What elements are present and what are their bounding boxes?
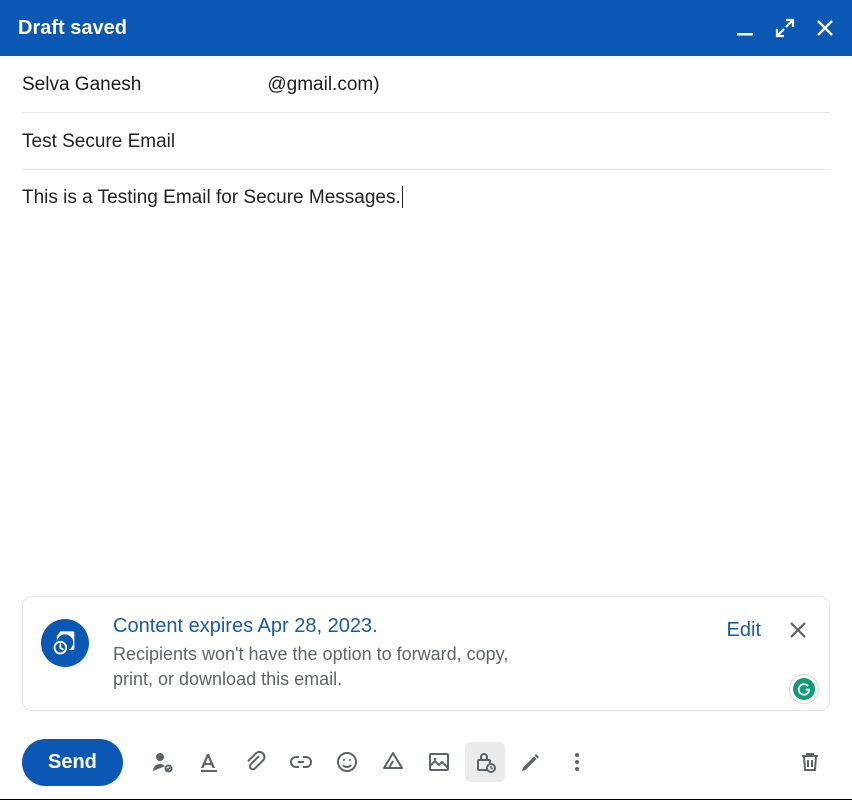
confidential-subtitle: Recipients won't have the option to forw…	[113, 642, 553, 692]
compose-fields: Selva Ganesh @gmail.com) Test Secure Ema…	[0, 56, 852, 170]
insert-photo-icon[interactable]	[419, 742, 459, 782]
titlebar-buttons	[734, 17, 836, 39]
signature-person-icon[interactable]	[143, 742, 183, 782]
window-title: Draft saved	[18, 17, 734, 40]
message-body[interactable]: This is a Testing Email for Secure Messa…	[0, 170, 852, 596]
discard-draft-trash-icon[interactable]	[790, 742, 830, 782]
insert-drive-icon[interactable]	[373, 742, 413, 782]
attach-file-icon[interactable]	[235, 742, 275, 782]
titlebar: Draft saved	[0, 0, 852, 56]
recipient-name: Selva Ganesh	[22, 74, 141, 96]
confidential-mode-lock-icon[interactable]	[465, 742, 505, 782]
confidential-actions: Edit	[727, 619, 809, 642]
confidential-mode-card: Content expires Apr 28, 2023. Recipients…	[22, 596, 830, 711]
expand-icon[interactable]	[774, 17, 796, 39]
confidential-clock-icon	[41, 619, 89, 667]
compose-window: Draft saved Selva Ganesh @gmail.com) Tes…	[0, 0, 852, 800]
insert-link-icon[interactable]	[281, 742, 321, 782]
insert-emoji-icon[interactable]	[327, 742, 367, 782]
body-text: This is a Testing Email for Secure Messa…	[22, 187, 401, 208]
text-format-icon[interactable]	[189, 742, 229, 782]
text-caret	[402, 186, 403, 208]
subject-text: Test Secure Email	[22, 131, 175, 153]
compose-toolbar: Send	[0, 725, 852, 799]
more-options-icon[interactable]	[557, 742, 597, 782]
confidential-text: Content expires Apr 28, 2023. Recipients…	[113, 615, 703, 692]
minimize-icon[interactable]	[734, 17, 756, 39]
edit-confidential-button[interactable]: Edit	[727, 619, 761, 642]
recipient-email-suffix: @gmail.com)	[267, 74, 379, 96]
send-button[interactable]: Send	[22, 739, 123, 786]
ink-pen-icon[interactable]	[511, 742, 551, 782]
dismiss-confidential-icon[interactable]	[787, 619, 809, 641]
recipient-row[interactable]: Selva Ganesh @gmail.com)	[22, 56, 830, 113]
grammarly-badge-icon[interactable]	[789, 674, 819, 704]
confidential-title: Content expires Apr 28, 2023.	[113, 615, 703, 638]
close-icon[interactable]	[814, 17, 836, 39]
subject-row[interactable]: Test Secure Email	[22, 113, 830, 170]
